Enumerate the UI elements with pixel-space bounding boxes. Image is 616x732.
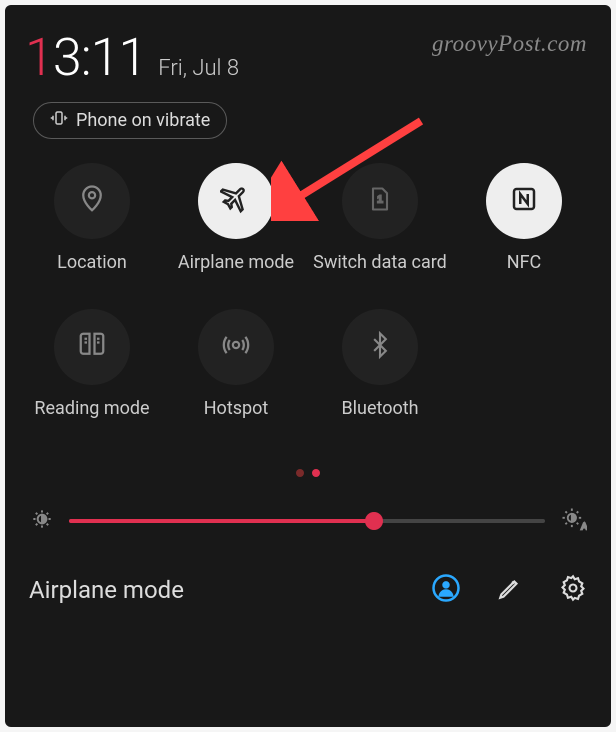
tile-airplane-button[interactable] — [198, 163, 274, 239]
tiles-grid: Location Airplane mode 1 — [25, 163, 591, 445]
tile-label: NFC — [507, 251, 542, 299]
book-icon — [77, 330, 107, 364]
tile-label: Location — [57, 251, 127, 299]
svg-text:A: A — [581, 522, 587, 532]
bluetooth-icon — [366, 331, 394, 363]
tile-label: Switch data card — [313, 251, 447, 299]
svg-text:1: 1 — [377, 194, 383, 206]
clock-hour-accent: 1 — [25, 27, 53, 88]
tile-hotspot: Hotspot — [169, 309, 303, 445]
brightness-low-icon[interactable] — [29, 506, 55, 536]
tile-nfc-button[interactable] — [486, 163, 562, 239]
tile-label: Bluetooth — [341, 397, 418, 445]
nfc-icon — [509, 184, 539, 218]
tile-reading-button[interactable] — [54, 309, 130, 385]
tile-label: Hotspot — [204, 397, 269, 445]
brightness-fill — [69, 519, 374, 523]
pencil-icon[interactable] — [497, 575, 523, 605]
tile-switch-data: 1 Switch data card — [313, 163, 447, 299]
date: Fri, Jul 8 — [158, 56, 239, 81]
tile-bluetooth-button[interactable] — [342, 309, 418, 385]
location-icon — [77, 184, 107, 218]
tile-location-button[interactable] — [54, 163, 130, 239]
bottom-bar: Airplane mode — [25, 573, 591, 607]
tile-location: Location — [25, 163, 159, 299]
tile-nfc: NFC — [457, 163, 591, 299]
user-icon[interactable] — [431, 573, 461, 607]
airplane-icon — [220, 183, 252, 219]
clock: 13:11 — [25, 27, 146, 88]
watermark: groovyPost.com — [432, 31, 587, 57]
vibrate-pill[interactable]: Phone on vibrate — [33, 102, 227, 139]
page-dot — [296, 469, 304, 477]
brightness-auto-icon[interactable]: A — [559, 505, 587, 537]
tile-bluetooth: Bluetooth — [313, 309, 447, 445]
tile-hotspot-button[interactable] — [198, 309, 274, 385]
brightness-slider[interactable] — [69, 519, 545, 523]
brightness-thumb[interactable] — [365, 512, 383, 530]
sim-icon: 1 — [366, 185, 394, 217]
vibrate-icon — [50, 109, 68, 132]
hotspot-icon — [221, 330, 251, 364]
expanded-tile-title: Airplane mode — [29, 576, 401, 604]
tile-label: Airplane mode — [178, 251, 294, 299]
clock-rest: 3:11 — [53, 27, 146, 88]
tile-reading-mode: Reading mode — [25, 309, 159, 445]
page-dot-active — [312, 469, 320, 477]
quick-settings-panel: groovyPost.com 13:11 Fri, Jul 8 Phone on… — [5, 5, 611, 727]
brightness-row: A — [25, 505, 591, 537]
vibrate-label: Phone on vibrate — [76, 110, 210, 131]
tile-switch-data-button[interactable]: 1 — [342, 163, 418, 239]
gear-icon[interactable] — [559, 574, 587, 606]
tile-label: Reading mode — [34, 397, 149, 445]
pagination-dots[interactable] — [25, 469, 591, 477]
tile-airplane-mode: Airplane mode — [169, 163, 303, 299]
